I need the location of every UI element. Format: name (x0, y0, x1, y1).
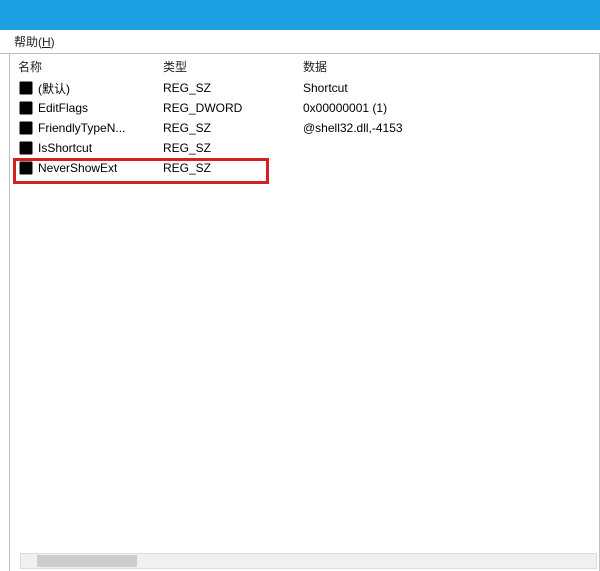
reg-string-icon (18, 140, 34, 156)
value-row[interactable]: (默认) REG_SZShortcut (18, 78, 599, 98)
menu-help-label-post: ) (51, 35, 55, 49)
value-name: FriendlyTypeN... (38, 121, 125, 135)
value-data: 0x00000001 (1) (303, 101, 599, 115)
menu-help-hotkey: H (42, 35, 51, 49)
menubar: 帮助(H) (0, 30, 600, 54)
tree-pane[interactable] (0, 54, 10, 571)
menu-help-label-pre: 帮助( (14, 35, 42, 49)
value-name: NeverShowExt (38, 161, 117, 175)
menu-help[interactable]: 帮助(H) (14, 35, 55, 49)
value-row[interactable]: NeverShowExt REG_SZ (18, 158, 599, 178)
value-data: @shell32.dll,-4153 (303, 121, 599, 135)
value-name: (默认) (38, 80, 70, 97)
reg-string-icon (18, 160, 34, 176)
value-name: EditFlags (38, 101, 88, 115)
window-titlebar (0, 0, 600, 30)
value-type: REG_DWORD (163, 101, 303, 115)
value-type: REG_SZ (163, 141, 303, 155)
value-row[interactable]: IsShortcut REG_SZ (18, 138, 599, 158)
value-type: REG_SZ (163, 121, 303, 135)
column-headers: 名称 类型 数据 (10, 54, 599, 78)
column-header-data[interactable]: 数据 (303, 58, 599, 75)
column-header-name[interactable]: 名称 (18, 58, 163, 75)
value-row[interactable]: EditFlags REG_DWORD0x00000001 (1) (18, 98, 599, 118)
horizontal-scrollbar[interactable] (20, 553, 597, 569)
value-row[interactable]: FriendlyTypeN... REG_SZ@shell32.dll,-4153 (18, 118, 599, 138)
value-data: Shortcut (303, 81, 599, 95)
values-pane: 名称 类型 数据 (默认)REG_SZShortcutEditFlagsREG_… (10, 54, 600, 571)
reg-string-icon (18, 80, 34, 96)
reg-binary-icon (18, 100, 34, 116)
column-header-type[interactable]: 类型 (163, 58, 303, 75)
value-type: REG_SZ (163, 81, 303, 95)
value-type: REG_SZ (163, 161, 303, 175)
reg-string-icon (18, 120, 34, 136)
scrollbar-thumb[interactable] (37, 555, 137, 567)
value-name: IsShortcut (38, 141, 92, 155)
values-list: (默认)REG_SZShortcutEditFlagsREG_DWORD0x00… (10, 78, 599, 178)
